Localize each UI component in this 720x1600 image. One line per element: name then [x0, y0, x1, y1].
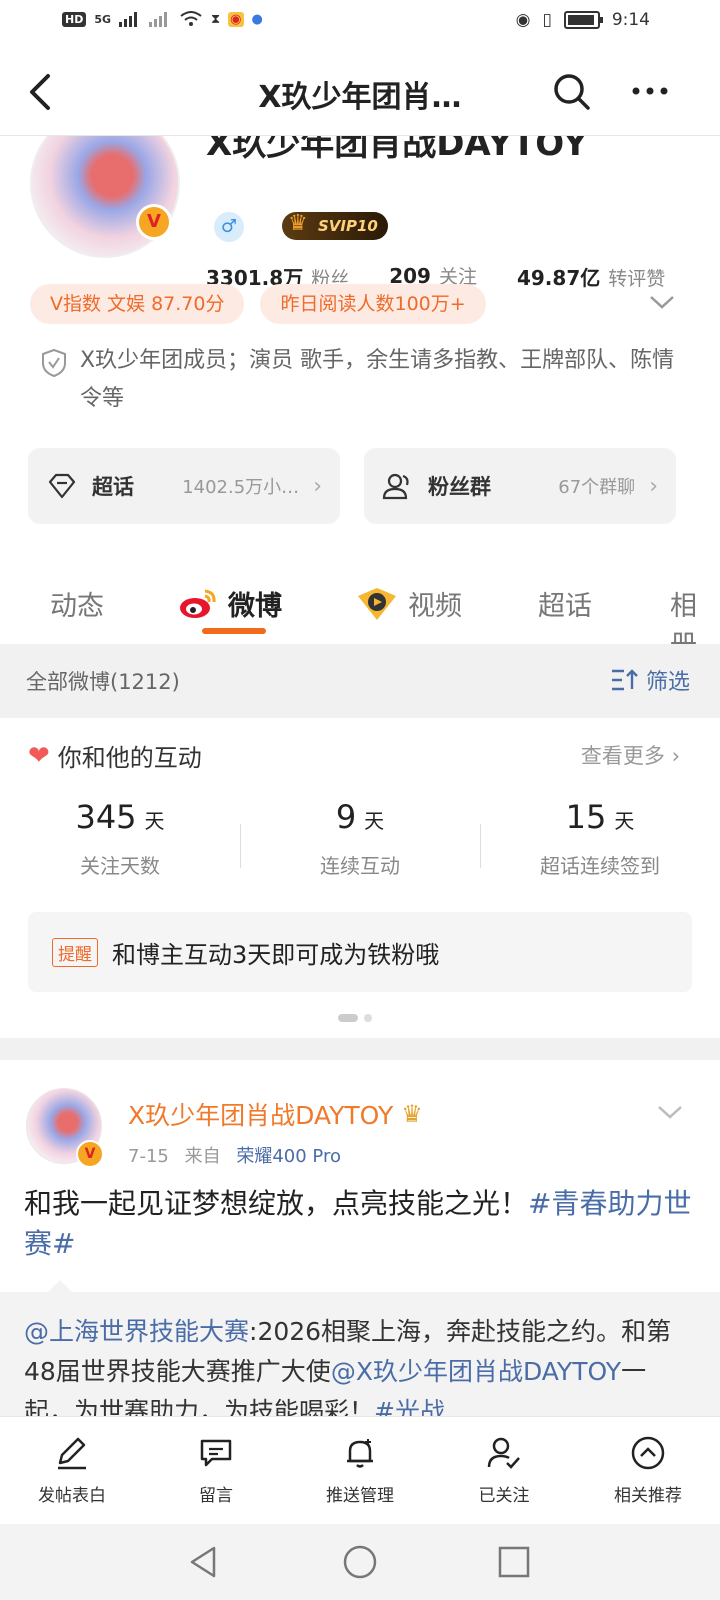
active-tab-indicator — [202, 628, 266, 634]
system-nav-bar — [0, 1524, 720, 1600]
filter-button[interactable]: 筛选 — [610, 664, 690, 696]
chevron-down-icon[interactable] — [648, 292, 676, 312]
hd-badge: HD — [62, 11, 87, 27]
post-confession-button[interactable]: 发帖表白 — [0, 1417, 144, 1524]
reminder-banner[interactable]: 提醒 和博主互动3天即可成为铁粉哦 — [28, 912, 692, 992]
chevron-down-icon[interactable] — [656, 1102, 684, 1122]
bell-icon — [347, 1439, 373, 1468]
supertopic-card[interactable]: 超话 1402.5万小… › — [28, 448, 340, 524]
fan-group-card-title: 粉丝群 — [428, 475, 491, 499]
verified-badge-icon: V — [76, 1140, 104, 1168]
interaction-header: ❤ 你和他的互动 — [28, 738, 202, 773]
post-meta: 7-15 来自 荣耀400 Pro — [128, 1146, 341, 1167]
repost-mention-2[interactable]: @X玖少年团肖战DAYTOY — [331, 1357, 621, 1386]
nav-title: X玖少年团肖… — [258, 80, 462, 115]
fan-group-card[interactable]: 粉丝群 67个群聊 › — [364, 448, 676, 524]
related-recommend-button[interactable]: 相关推荐 — [576, 1417, 720, 1524]
bio-text: X玖少年团成员；演员 歌手，余生请多指教、王牌部队、陈情令等 — [80, 348, 675, 411]
tab-video[interactable]: 视频 — [356, 584, 462, 623]
tab-dynamic[interactable]: 动态 — [50, 584, 104, 623]
heart-icon: ❤ — [28, 740, 50, 771]
all-weibo-count[interactable]: 全部微博(1212) — [26, 666, 180, 696]
message-icon — [200, 1439, 232, 1467]
vibrate-icon: ▯ — [542, 10, 552, 30]
verified-badge-icon: V — [136, 204, 172, 240]
weibo-logo-icon — [180, 589, 216, 618]
readers-tag[interactable]: 昨日阅读人数100万+ — [260, 284, 486, 324]
eye-icon: ◉ — [515, 10, 531, 30]
battery-icon — [563, 11, 603, 29]
clock: 9:14 — [611, 10, 650, 30]
post-author[interactable]: X玖少年团肖战DAYTOY ♛ — [128, 1096, 423, 1132]
system-recents-icon[interactable] — [494, 1542, 534, 1582]
repost-mention[interactable]: @上海世界技能大赛 — [24, 1317, 249, 1346]
filter-icon — [611, 669, 638, 691]
shield-icon — [42, 348, 66, 378]
checkin-stat: 15 天 超话连续签到 — [480, 798, 720, 879]
all-weibo-bar: 全部微博(1212) 筛选 — [0, 644, 720, 718]
reminder-text: 和博主互动3天即可成为铁粉哦 — [112, 940, 440, 969]
chevron-up-circle-icon — [631, 1436, 665, 1470]
status-bar: HD 5G ⧗ ◉ ● ◉ ▯ 9:14 — [0, 0, 720, 48]
profile-tabs: 动态 微博 视频 超话 相册 — [0, 560, 720, 661]
top-nav-bar: X玖少年团肖… — [0, 48, 720, 136]
interaction-title: 你和他的互动 — [57, 744, 202, 772]
video-logo-icon — [358, 587, 396, 620]
chevron-right-icon: › — [313, 473, 322, 499]
hourglass-icon: ⧗ — [211, 11, 221, 27]
push-settings-button[interactable]: 推送管理 — [288, 1417, 432, 1524]
supertopic-card-sub: 1402.5万小… — [182, 477, 300, 498]
wifi-icon — [180, 11, 202, 26]
chevron-right-icon: › — [671, 744, 680, 768]
message-button[interactable]: 留言 — [144, 1417, 288, 1524]
male-icon: ♂ — [214, 212, 244, 242]
tab-weibo[interactable]: 微博 — [178, 584, 282, 623]
fan-group-card-sub: 67个群聊 — [558, 477, 636, 498]
status-left: HD 5G ⧗ ◉ ● — [62, 10, 263, 28]
signal-icon — [119, 12, 138, 27]
reminder-tag: 提醒 — [52, 937, 98, 967]
system-back-icon[interactable] — [184, 1542, 224, 1582]
weibo-post[interactable]: V X玖少年团肖战DAYTOY ♛ 7-15 来自 荣耀400 Pro 和我一起… — [0, 1060, 720, 1416]
carousel-dots — [338, 1014, 372, 1022]
likes-stat[interactable]: 49.87亿 转评赞 — [517, 262, 665, 288]
search-icon[interactable] — [552, 72, 592, 112]
v-index-tag[interactable]: V指数 文娱 87.70分 — [30, 284, 245, 324]
repost-hashtag[interactable]: #光战 — [374, 1397, 445, 1416]
post-source[interactable]: 荣耀400 Pro — [236, 1146, 341, 1167]
group-icon — [382, 473, 409, 500]
diamond-icon — [48, 473, 76, 499]
follow-days-stat: 345 天 关注天数 — [75, 798, 165, 878]
post-text: 和我一起见证梦想绽放，点亮技能之光！#青春助力世赛# — [24, 1187, 692, 1260]
repost-text: @上海世界技能大赛:2026相聚上海，奔赴技能之约。和第48届世界技能大赛推广大… — [24, 1312, 696, 1416]
signal-2-icon — [149, 12, 168, 27]
interaction-section: ❤ 你和他的互动 查看更多 › 345 天 关注天数 9天 连续互动 15 天 超话… — [0, 718, 720, 1038]
section-divider — [0, 1038, 720, 1060]
repost-block[interactable]: @上海世界技能大赛:2026相聚上海，奔赴技能之约。和第48届世界技能大赛推广大… — [0, 1280, 720, 1416]
feature-cards: 超话 1402.5万小… › 粉丝群 67个群聊 › — [28, 448, 676, 524]
continuous-interaction-stat: 9天 连续互动 — [240, 798, 480, 879]
interaction-stats: 345 天 关注天数 9天 连续互动 15 天 超话连续签到 — [0, 798, 720, 879]
browser-notification-icon: ● — [251, 11, 263, 27]
profile-tags: V指数 文娱 87.70分 昨日阅读人数100万+ — [30, 284, 486, 324]
svip-badge[interactable]: SVIP10 — [282, 210, 388, 240]
crown-icon: ♛ — [401, 1100, 423, 1128]
bottom-action-bar: 发帖表白 留言 推送管理 已关注 相关推荐 — [0, 1416, 720, 1524]
weibo-notification-icon: ◉ — [228, 11, 244, 27]
user-check-icon — [487, 1437, 520, 1469]
more-icon[interactable] — [630, 76, 670, 106]
see-more-link[interactable]: 查看更多 › — [581, 740, 680, 770]
followed-button[interactable]: 已关注 — [432, 1417, 576, 1524]
status-right: ◉ ▯ 9:14 — [516, 10, 650, 30]
system-home-icon[interactable] — [340, 1542, 380, 1582]
profile-bio: X玖少年团成员；演员 歌手，余生请多指教、王牌部队、陈情令等 — [40, 342, 680, 418]
chevron-right-icon: › — [649, 473, 658, 499]
pen-icon — [58, 1437, 86, 1470]
network-label: 5G — [94, 12, 112, 26]
tab-supertopic[interactable]: 超话 — [538, 584, 592, 623]
supertopic-card-title: 超话 — [92, 475, 134, 499]
